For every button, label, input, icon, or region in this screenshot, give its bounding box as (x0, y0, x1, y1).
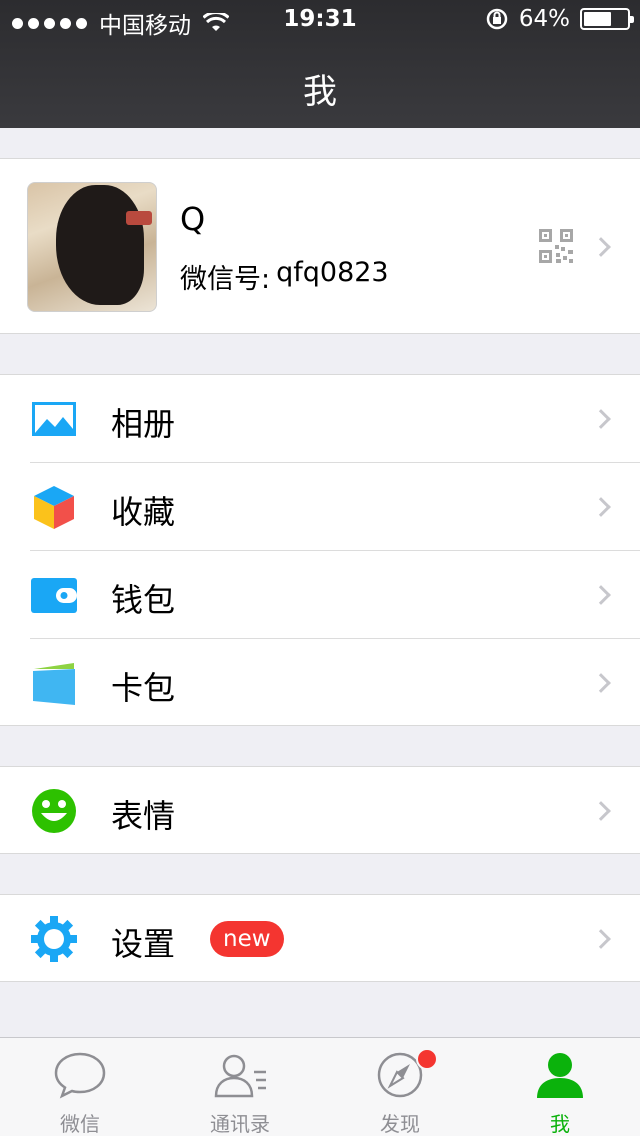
menu-item-settings[interactable]: 设置 new (0, 895, 640, 983)
chevron-right-icon (591, 497, 611, 517)
navigation-header: 中国移动 19:31 64% 我 (0, 0, 640, 128)
contacts-icon (214, 1054, 266, 1098)
notification-dot (416, 1048, 438, 1070)
menu-item-card-package[interactable]: 卡包 (0, 639, 640, 727)
tab-label-contacts: 通讯录 (210, 1112, 270, 1136)
menu-label-wallet: 钱包 (111, 581, 176, 619)
menu-label-card-package: 卡包 (111, 669, 176, 707)
status-bar: 中国移动 19:31 64% (0, 0, 640, 40)
tab-contacts[interactable]: 通讯录 (160, 1038, 320, 1136)
profile-name: Q (180, 200, 206, 238)
chat-bubble-icon (54, 1052, 106, 1099)
page-title: 我 (303, 72, 337, 112)
chevron-right-icon (591, 585, 611, 605)
favorites-cube-icon (34, 486, 74, 529)
menu-label-settings: 设置 (111, 925, 176, 963)
menu-group-stickers: 表情 (0, 766, 640, 854)
rotation-lock-icon (486, 8, 508, 30)
wechat-id-label: 微信号: (180, 264, 271, 295)
tab-discover[interactable]: 发现 (320, 1038, 480, 1136)
menu-label-album: 相册 (111, 405, 176, 443)
menu-group-settings: 设置 new (0, 894, 640, 982)
chevron-right-icon (591, 409, 611, 429)
tab-chats[interactable]: 微信 (0, 1038, 160, 1136)
wallet-icon (31, 578, 77, 613)
avatar[interactable] (27, 182, 157, 312)
tab-label-me: 我 (550, 1112, 570, 1136)
chevron-right-icon (591, 673, 611, 693)
card-package-icon (33, 663, 75, 705)
person-icon (537, 1053, 583, 1098)
menu-item-stickers[interactable]: 表情 (0, 767, 640, 855)
chevron-right-icon (591, 929, 611, 949)
menu-group-main: 相册 收藏 钱包 卡包 (0, 374, 640, 726)
menu-label-stickers: 表情 (111, 797, 176, 835)
menu-item-wallet[interactable]: 钱包 (0, 551, 640, 639)
wechat-id: 微信号: qfq0823 (180, 257, 389, 296)
album-icon (32, 402, 76, 436)
battery-percentage: 64% (518, 6, 570, 32)
tab-bar: 微信 通讯录 发现 我 (0, 1037, 640, 1136)
menu-item-album[interactable]: 相册 (0, 375, 640, 463)
chevron-right-icon (591, 801, 611, 821)
battery-icon (580, 8, 634, 30)
new-badge: new (210, 921, 284, 957)
settings-gear-icon (31, 916, 77, 962)
smiley-face-icon (32, 789, 76, 833)
tab-label-discover: 发现 (380, 1112, 420, 1136)
tab-label-chats: 微信 (60, 1112, 100, 1136)
menu-item-favorites[interactable]: 收藏 (0, 463, 640, 551)
menu-label-favorites: 收藏 (111, 493, 176, 531)
wechat-id-value: qfq0823 (276, 257, 389, 288)
qr-code-icon[interactable] (538, 228, 574, 264)
tab-me[interactable]: 我 (480, 1038, 640, 1136)
